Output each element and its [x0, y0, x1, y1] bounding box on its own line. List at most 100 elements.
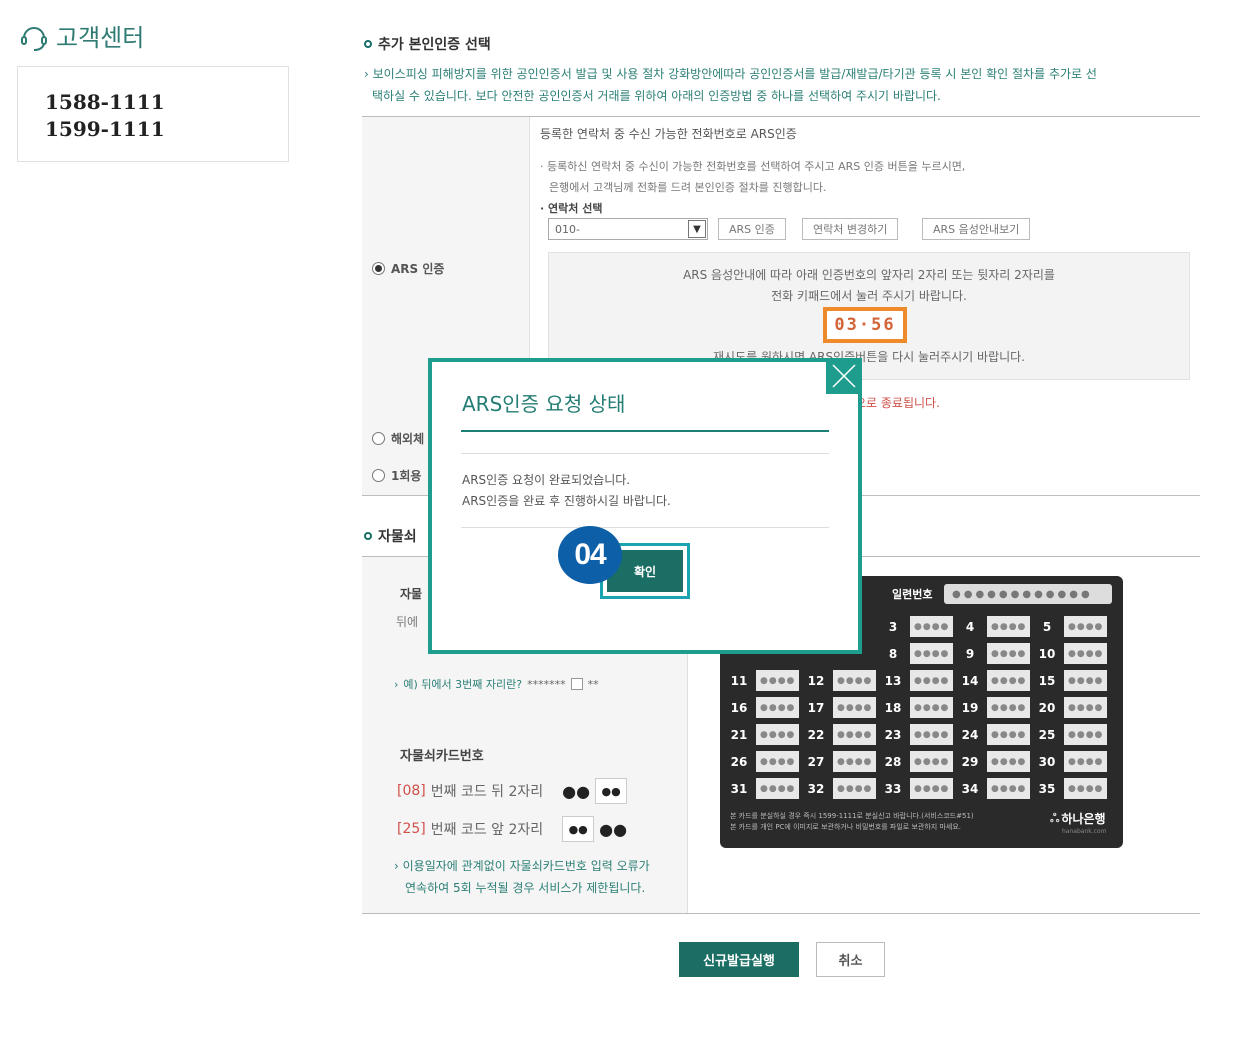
- card-cell: 24 ●●●●: [959, 722, 1034, 747]
- ars-auth-button[interactable]: ARS 인증: [718, 218, 786, 240]
- card-cell: 10 ●●●●: [1036, 641, 1111, 666]
- radio-empty-icon: [372, 469, 385, 482]
- card-cell: 11 ●●●●: [728, 668, 803, 693]
- ars-voice-guide-button[interactable]: ARS 음성안내보기: [922, 218, 1031, 240]
- card-cell: 15 ●●●●: [1036, 668, 1111, 693]
- card-cell-number: 29: [961, 754, 979, 769]
- card-cell-code: ●●●●: [987, 724, 1031, 745]
- contact-select[interactable]: 010- ▼: [548, 218, 708, 240]
- card-cell-code: ●●●●: [910, 724, 954, 745]
- card-example: › 예) 뒤에서 3번째 자리란? ******* **: [394, 677, 599, 692]
- card-cell-number: 16: [730, 700, 748, 715]
- card-number-label: 자물쇠카드번호: [400, 749, 484, 764]
- serial-label: 일련번호: [892, 588, 933, 601]
- card-cell-number: 18: [884, 700, 902, 715]
- card-cell-code: ●●●●: [910, 751, 954, 772]
- phone-box: 1588-1111 1599-1111: [17, 66, 289, 162]
- card-cell: 30 ●●●●: [1036, 749, 1111, 774]
- ars-guide-text: ARS 음성안내에 따라 아래 인증번호의 앞자리 2자리 또는 뒷자리 2자리…: [683, 268, 1055, 303]
- card-cell-code: ●●●●: [1064, 643, 1108, 664]
- card-cell-number: 11: [730, 673, 748, 688]
- ars-description: · 등록하신 연락처 중 수신이 가능한 전화번호를 선택하여 주시고 ARS …: [540, 160, 966, 215]
- phone-number-1: 1588-1111: [45, 90, 165, 114]
- card-cell-code: ●●●●: [1064, 751, 1108, 772]
- card-cell: 31 ●●●●: [728, 776, 803, 801]
- card-cell: 3 ●●●●: [882, 614, 957, 639]
- card-cell-number: 32: [807, 781, 825, 796]
- card-code-input-2[interactable]: ●●: [562, 816, 595, 842]
- card-cell: 17 ●●●●: [805, 695, 880, 720]
- modal-divider: [461, 453, 829, 454]
- close-icon[interactable]: [826, 358, 862, 394]
- customer-center-title: 고객센터: [18, 18, 144, 53]
- hana-logo-icon: ஃ: [1050, 810, 1060, 825]
- radio-overseas[interactable]: 해외체: [372, 430, 424, 447]
- cancel-button[interactable]: 취소: [816, 942, 885, 977]
- card-cell: 20 ●●●●: [1036, 695, 1111, 720]
- card-label-2: 뒤에: [396, 615, 419, 629]
- auth-timer: 03·56: [823, 307, 907, 343]
- radio-otp[interactable]: 1회용: [372, 467, 421, 484]
- card-cell-code: ●●●●: [987, 616, 1031, 637]
- close-icon: [832, 364, 856, 388]
- card-cell-code: ●●●●: [833, 778, 877, 799]
- card-cell: 25 ●●●●: [1036, 722, 1111, 747]
- card-cell-number: 8: [888, 646, 898, 661]
- radio-empty-icon: [372, 432, 385, 445]
- card-cell: 27 ●●●●: [805, 749, 880, 774]
- card-cell-number: 28: [884, 754, 902, 769]
- radio-ars[interactable]: ARS 인증: [372, 260, 444, 277]
- card-cell: 14 ●●●●: [959, 668, 1034, 693]
- card-cell-number: 10: [1038, 646, 1056, 661]
- card-cell-number: 17: [807, 700, 825, 715]
- card-cell-number: 27: [807, 754, 825, 769]
- card-cell-code: ●●●●: [910, 670, 954, 691]
- change-contact-button[interactable]: 연락처 변경하기: [802, 218, 899, 240]
- phone-number-2: 1599-1111: [45, 117, 165, 141]
- card-cell-number: 25: [1038, 727, 1056, 742]
- card-cell: 9 ●●●●: [959, 641, 1034, 666]
- card-cell-code: ●●●●: [1064, 778, 1108, 799]
- card-cell: 4 ●●●●: [959, 614, 1034, 639]
- card-cell-code: ●●●●: [1064, 697, 1108, 718]
- bank-logo: ஃ 하나은행: [1050, 810, 1106, 827]
- card-cell-number: 5: [1042, 619, 1052, 634]
- modal-title: ARS인증 요청 상태: [462, 392, 626, 416]
- card-row-1: [08] 번째 코드 뒤 2자리 ●● ●●: [397, 778, 628, 804]
- card-code-input-1[interactable]: ●●: [595, 778, 628, 804]
- card-cell-code: ●●●●: [1064, 616, 1108, 637]
- card-cell-number: 33: [884, 781, 902, 796]
- issue-new-button[interactable]: 신규발급실행: [679, 942, 799, 977]
- card-cell-code: ●●●●: [987, 778, 1031, 799]
- headset-icon: [21, 26, 47, 51]
- card-warning: › 이용일자에 관계없이 자물쇠카드번호 입력 오류가 연속하여 5회 누적될 …: [394, 859, 650, 895]
- card-cell: 19 ●●●●: [959, 695, 1034, 720]
- card-cell-number: 9: [965, 646, 975, 661]
- card-cell-number: 14: [961, 673, 979, 688]
- radio-selected-icon: [372, 262, 385, 275]
- card-cell: 13 ●●●●: [882, 668, 957, 693]
- card-cell-number: 12: [807, 673, 825, 688]
- modal-divider: [461, 527, 829, 528]
- card-notes: 본 카드를 분실하실 경우 즉시 1599-1111로 분실신고 바랍니다.(서…: [730, 812, 974, 831]
- card-cell-code: ●●●●: [987, 643, 1031, 664]
- card-cell-code: ●●●●: [1064, 724, 1108, 745]
- step-badge: 04: [558, 526, 622, 584]
- card-cell-number: 34: [961, 781, 979, 796]
- card-cell: 34 ●●●●: [959, 776, 1034, 801]
- masked-digits: ●●: [599, 819, 628, 839]
- card-cell-code: ●●●●: [910, 643, 954, 664]
- bullet-icon: [364, 532, 372, 540]
- card-cell-number: 13: [884, 673, 902, 688]
- card-cell-number: 21: [730, 727, 748, 742]
- card-cell-code: ●●●●: [910, 616, 954, 637]
- card-cell: 18 ●●●●: [882, 695, 957, 720]
- card-cell: 5 ●●●●: [1036, 614, 1111, 639]
- card-cell-code: ●●●●: [910, 697, 954, 718]
- modal-title-underline: [461, 430, 829, 432]
- card-cell-code: ●●●●: [987, 751, 1031, 772]
- card-cell-number: 24: [961, 727, 979, 742]
- card-cell-code: ●●●●: [833, 724, 877, 745]
- card-row-2: [25] 번째 코드 앞 2자리 ●● ●●: [397, 816, 627, 842]
- chevron-right-icon: ›: [394, 677, 399, 691]
